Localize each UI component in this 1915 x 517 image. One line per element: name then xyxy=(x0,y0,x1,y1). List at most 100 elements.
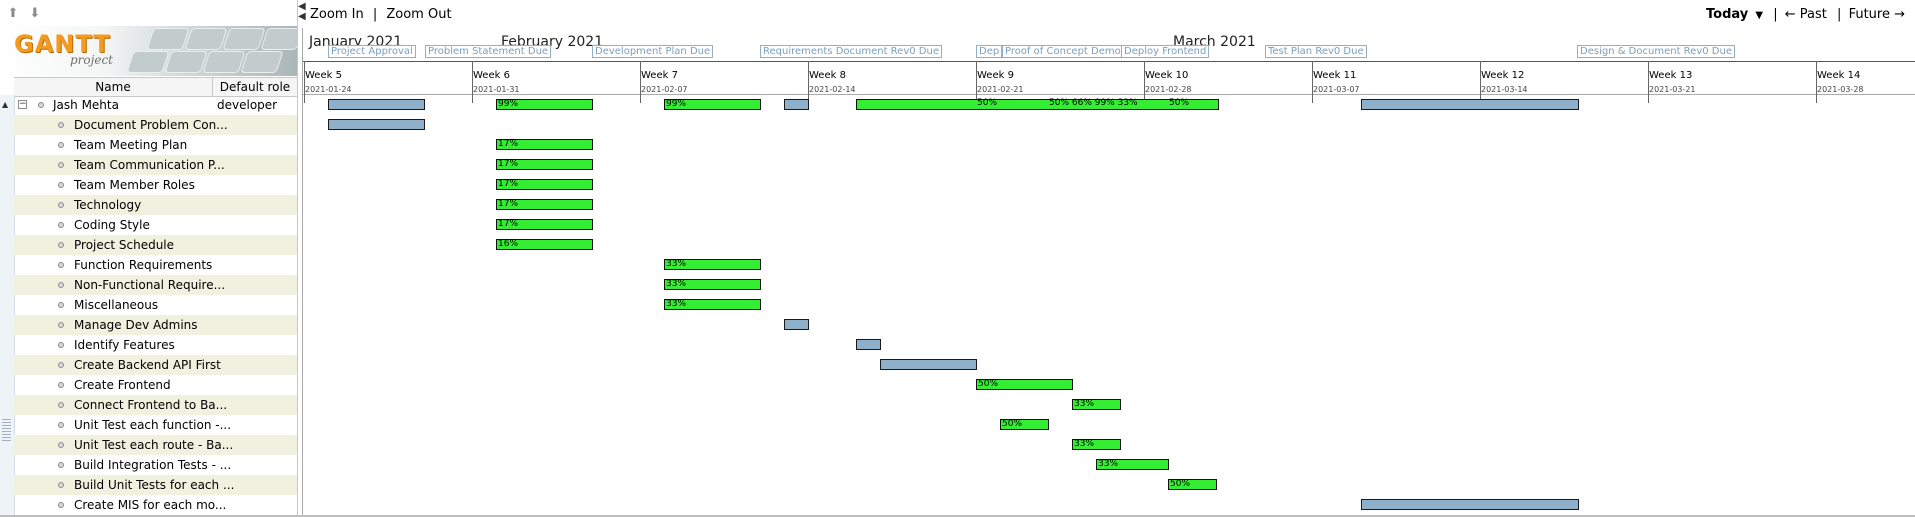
milestone-label[interactable]: Development Plan Due xyxy=(592,45,714,58)
task-row[interactable]: Create Frontend xyxy=(14,375,297,395)
week-label: Week 5 xyxy=(305,70,342,81)
column-header-role[interactable]: Default role xyxy=(213,78,297,96)
zoom-out-button[interactable]: Zoom Out xyxy=(386,7,451,22)
task-row[interactable]: Create Backend API First xyxy=(14,355,297,375)
task-bar-progress[interactable]: 33% xyxy=(664,259,761,270)
task-row[interactable]: Unit Test each route - Ba... xyxy=(14,435,297,455)
task-bar[interactable] xyxy=(1361,99,1579,110)
expand-triangle-icon[interactable]: ▲ xyxy=(2,100,8,109)
task-bar[interactable] xyxy=(856,339,881,350)
task-row[interactable]: Function Requirements xyxy=(14,255,297,275)
task-bar-progress[interactable]: 33% xyxy=(1072,399,1121,410)
task-row[interactable]: Identify Features xyxy=(14,335,297,355)
gantt-chart-panel: ◀ ◀ Zoom In | Zoom Out Today ▼ | ← Past |… xyxy=(298,0,1915,517)
task-row-parent[interactable]: − Jash Mehta developer xyxy=(14,95,297,115)
zoom-in-button[interactable]: Zoom In xyxy=(310,7,364,22)
milestone-label[interactable]: Problem Statement Due xyxy=(425,45,552,58)
task-bar-progress[interactable]: 17% xyxy=(496,219,593,230)
task-bullet-icon xyxy=(58,402,64,408)
past-button[interactable]: ← Past xyxy=(1785,7,1827,22)
task-row[interactable]: Build Unit Tests for each ... xyxy=(14,475,297,495)
task-row[interactable]: Team Member Roles xyxy=(14,175,297,195)
task-bullet-icon xyxy=(58,482,64,488)
week-gridline xyxy=(640,61,641,103)
milestone-label[interactable]: Dep xyxy=(976,45,1003,58)
task-bullet-icon xyxy=(58,362,64,368)
task-name: Create MIS for each mo... xyxy=(74,498,227,512)
left-gutter xyxy=(0,95,15,517)
task-bar-progress[interactable]: 33% xyxy=(664,279,761,290)
task-row[interactable]: Unit Test each function -... xyxy=(14,415,297,435)
task-row[interactable]: Manage Dev Admins xyxy=(14,315,297,335)
task-name: Team Meeting Plan xyxy=(74,138,188,152)
task-bar-progress[interactable]: 17% xyxy=(496,199,593,210)
future-button[interactable]: Future → xyxy=(1849,7,1905,22)
milestone-label[interactable]: Proof of Concept Demo xyxy=(1002,45,1124,58)
task-bar[interactable] xyxy=(328,99,425,110)
task-row[interactable]: Document Problem Con... xyxy=(14,115,297,135)
milestone-label[interactable]: Design & Document Rev0 Due xyxy=(1577,45,1735,58)
task-bar-progress[interactable]: 33% xyxy=(664,299,761,310)
milestone-label[interactable]: Deploy Frontend xyxy=(1121,45,1210,58)
task-row[interactable]: Coding Style xyxy=(14,215,297,235)
task-bar-progress[interactable]: 17% xyxy=(496,139,593,150)
task-row[interactable]: Connect Frontend to Ba... xyxy=(14,395,297,415)
week-label: Week 9 xyxy=(977,70,1014,81)
task-bullet-icon xyxy=(58,342,64,348)
task-bar-progress[interactable] xyxy=(856,99,1219,110)
task-bar[interactable] xyxy=(784,319,809,330)
week-gridline xyxy=(1312,61,1313,103)
task-bar[interactable] xyxy=(1361,499,1579,510)
task-name: Function Requirements xyxy=(74,258,213,272)
move-down-icon[interactable]: ⬇ xyxy=(26,6,44,22)
task-bar[interactable] xyxy=(880,359,977,370)
task-bullet-icon xyxy=(58,422,64,428)
task-bar-progress[interactable]: 99% xyxy=(496,99,593,110)
collapse-icon[interactable]: − xyxy=(18,100,27,109)
progress-label: 50% 66% 99% 33% xyxy=(1049,98,1138,108)
task-row[interactable]: Build Integration Tests - ... xyxy=(14,455,297,475)
task-bar-progress[interactable]: 33% xyxy=(1096,459,1169,470)
milestone-label[interactable]: Requirements Document Rev0 Due xyxy=(760,45,942,58)
task-row[interactable]: Non-Functional Require... xyxy=(14,275,297,295)
move-up-icon[interactable]: ⬆ xyxy=(4,6,22,22)
progress-label: 33% xyxy=(1098,459,1119,469)
task-bar-progress[interactable]: 50% xyxy=(976,379,1073,390)
task-bar-progress[interactable]: 99% xyxy=(664,99,761,110)
task-bar-progress[interactable]: 50% xyxy=(1168,479,1217,490)
task-name: Technology xyxy=(74,198,142,212)
task-bar[interactable] xyxy=(784,99,809,110)
week-label: Week 8 xyxy=(809,70,846,81)
task-row[interactable]: Miscellaneous xyxy=(14,295,297,315)
ganttproject-logo: GANTT project xyxy=(0,26,297,76)
task-row[interactable]: Create MIS for each mo... xyxy=(14,495,297,515)
task-row[interactable]: Team Meeting Plan xyxy=(14,135,297,155)
milestone-label[interactable]: Test Plan Rev0 Due xyxy=(1265,45,1367,58)
task-name: Team Member Roles xyxy=(74,178,195,192)
task-bar-progress[interactable]: 17% xyxy=(496,159,593,170)
chevron-down-icon[interactable]: ▼ xyxy=(1755,10,1763,21)
task-bar-progress[interactable]: 16% xyxy=(496,239,593,250)
gantt-timeline[interactable]: January 2021 February 2021 March 2021 Pr… xyxy=(302,28,1915,517)
today-button[interactable]: Today xyxy=(1706,7,1748,22)
collapse-left-icon[interactable]: ◀ ◀ xyxy=(298,2,306,22)
task-row[interactable]: Project Schedule xyxy=(14,235,297,255)
task-row[interactable]: Technology xyxy=(14,195,297,215)
resize-handle[interactable] xyxy=(2,417,11,441)
task-bar[interactable] xyxy=(328,119,425,130)
task-bar-progress[interactable]: 50% xyxy=(1000,419,1049,430)
milestone-label[interactable]: Project Approval xyxy=(328,45,416,58)
task-bullet-icon xyxy=(58,462,64,468)
task-row[interactable]: Team Communication P... xyxy=(14,155,297,175)
progress-label: 50% xyxy=(1169,98,1190,108)
task-name: Unit Test each route - Ba... xyxy=(74,438,234,452)
task-bar-progress[interactable]: 17% xyxy=(496,179,593,190)
task-bullet-icon xyxy=(58,202,64,208)
task-bar-progress[interactable]: 33% xyxy=(1072,439,1121,450)
task-bullet-icon xyxy=(58,322,64,328)
week-gridline xyxy=(304,61,305,103)
column-header-name[interactable]: Name xyxy=(14,78,213,96)
progress-label: 33% xyxy=(666,279,687,289)
week-label: Week 7 xyxy=(641,70,678,81)
progress-label: 17% xyxy=(498,199,519,209)
